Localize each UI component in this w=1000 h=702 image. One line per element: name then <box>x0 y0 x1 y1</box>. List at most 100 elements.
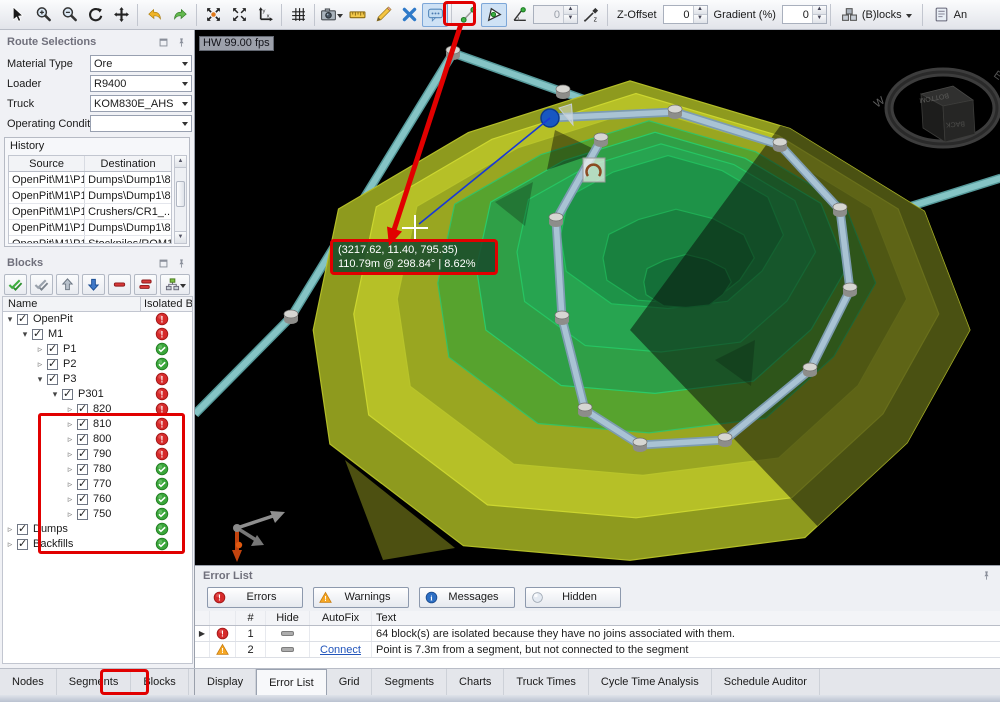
spin-up-icon[interactable]: ▲ <box>694 6 707 14</box>
tree-item-820[interactable]: ▹820! <box>3 402 192 417</box>
checkbox-checked[interactable] <box>77 464 88 475</box>
truck-combo[interactable]: KOM830E_AHS <box>90 95 192 112</box>
tree-item-p301[interactable]: ▾P301! <box>3 387 192 402</box>
spin-up-icon[interactable]: ▲ <box>813 6 826 14</box>
autofix-link[interactable]: Connect <box>320 644 361 656</box>
checkbox-checked[interactable] <box>77 434 88 445</box>
checkbox-checked[interactable] <box>77 449 88 460</box>
messages-filter-button[interactable]: iMessages <box>419 587 515 608</box>
dropdown-caret-icon[interactable] <box>180 284 186 291</box>
collapse-icon[interactable]: ▾ <box>35 373 45 386</box>
checkbox-checked[interactable] <box>77 494 88 505</box>
checkbox-checked[interactable] <box>47 359 58 370</box>
spin-down-icon[interactable]: ▼ <box>694 14 707 23</box>
hide-toggle[interactable] <box>266 626 310 641</box>
error-row[interactable]: ▶!164 block(s) are isolated because they… <box>195 626 1000 642</box>
column-name[interactable]: Name <box>3 298 140 310</box>
expand-icon[interactable]: ▹ <box>65 403 75 416</box>
expand-icon[interactable]: ▹ <box>65 433 75 446</box>
tree-item-m1[interactable]: ▾M1! <box>3 327 192 342</box>
angle-node-button[interactable] <box>507 3 533 27</box>
annotate-button[interactable]: An <box>926 3 974 27</box>
spinner-buttons[interactable]: ▲▼ <box>812 6 826 23</box>
tab-display[interactable]: Display <box>195 669 256 695</box>
approve-none-button[interactable] <box>30 274 53 295</box>
edit-pencil-button[interactable] <box>370 3 396 27</box>
tab-cycle-time-analysis[interactable]: Cycle Time Analysis <box>589 669 712 695</box>
undo-button[interactable] <box>141 3 167 27</box>
hide-pill-icon[interactable] <box>281 647 294 652</box>
checkbox-checked[interactable] <box>32 329 43 340</box>
move-down-button[interactable] <box>82 274 105 295</box>
combo-dropdown-icon[interactable] <box>178 116 191 131</box>
zoom-in-button[interactable] <box>30 3 56 27</box>
orientation-gizmo[interactable]: WEBOTTOMBACK <box>872 69 1000 144</box>
tree-item-openpit[interactable]: ▾OpenPit! <box>3 312 192 327</box>
operating-conditions-combo[interactable] <box>90 115 192 132</box>
tree-item-790[interactable]: ▹790! <box>3 447 192 462</box>
grid-button[interactable] <box>285 3 311 27</box>
combo-dropdown-icon[interactable] <box>178 96 191 111</box>
scroll-thumb[interactable] <box>176 181 185 207</box>
collapse-icon[interactable]: ▾ <box>50 388 60 401</box>
expand-icon[interactable]: ▹ <box>65 418 75 431</box>
remove-button[interactable] <box>108 274 131 295</box>
history-scrollbar[interactable]: ▲ ▼ <box>174 155 187 244</box>
triangle-node-button[interactable] <box>481 3 507 27</box>
tab-schedule-auditor[interactable]: Schedule Auditor <box>712 669 820 695</box>
autofix-cell[interactable]: Connect <box>310 642 372 657</box>
snapshot-button[interactable] <box>318 3 344 27</box>
tree-item-760[interactable]: ▹760 <box>3 492 192 507</box>
tree-item-dumps[interactable]: ▹Dumps <box>3 522 192 537</box>
rotate-view-button[interactable] <box>82 3 108 27</box>
tree-item-800[interactable]: ▹800! <box>3 432 192 447</box>
tree-item-p2[interactable]: ▹P2 <box>3 357 192 372</box>
tree-item-810[interactable]: ▹810! <box>3 417 192 432</box>
history-row[interactable]: OpenPit\M1\P1\...Dumps\Dump1\8... <box>9 172 171 188</box>
zoom-extents-button[interactable] <box>226 3 252 27</box>
errors-filter-button[interactable]: !Errors <box>207 587 303 608</box>
hide-toggle[interactable] <box>266 642 310 657</box>
checkbox-checked[interactable] <box>77 419 88 430</box>
expand-icon[interactable]: ▹ <box>5 523 15 536</box>
column-isolated[interactable]: Isolated B... <box>140 297 192 311</box>
loader-combo[interactable]: R9400 <box>90 75 192 92</box>
history-col-source[interactable]: Source <box>9 156 85 171</box>
collapse-icon[interactable]: ▾ <box>5 313 15 326</box>
pick-z-button[interactable]: z <box>578 3 604 27</box>
dropdown-caret-icon[interactable] <box>337 14 343 21</box>
column-hide[interactable]: Hide <box>266 611 310 625</box>
combo-dropdown-icon[interactable] <box>178 56 191 71</box>
remove-all-button[interactable] <box>134 274 157 295</box>
checkbox-checked[interactable] <box>17 314 28 325</box>
hide-pill-icon[interactable] <box>281 631 294 636</box>
axes-button[interactable]: yx <box>252 3 278 27</box>
tree-item-p3[interactable]: ▾P3! <box>3 372 192 387</box>
history-row[interactable]: OpenPit\M1\P1\...Dumps\Dump1\8... <box>9 188 171 204</box>
tab-grid[interactable]: Grid <box>327 669 373 695</box>
tree-item-770[interactable]: ▹770 <box>3 477 192 492</box>
move-up-button[interactable] <box>56 274 79 295</box>
tab-blocks[interactable]: Blocks <box>131 669 188 695</box>
combo-dropdown-icon[interactable] <box>178 76 191 91</box>
history-row[interactable]: OpenPit\M1\P1\...Crushers/CR1_... <box>9 204 171 220</box>
checkbox-checked[interactable] <box>47 374 58 385</box>
tab-truck-times[interactable]: Truck Times <box>504 669 589 695</box>
z-offset-spinner[interactable]: 0▲▼ <box>663 5 708 24</box>
join-nodes-button[interactable] <box>455 3 481 27</box>
tab-segments[interactable]: Segments <box>57 669 132 695</box>
history-row[interactable]: OpenPit\M1\P1\...Dumps\Dump1\8... <box>9 220 171 236</box>
tree-item-backfills[interactable]: ▹Backfills <box>3 537 192 552</box>
spinner-buttons[interactable]: ▲▼ <box>693 6 707 23</box>
warnings-filter-button[interactable]: !Warnings <box>313 587 409 608</box>
history-col-destination[interactable]: Destination <box>85 156 171 171</box>
expand-icon[interactable]: ▹ <box>65 493 75 506</box>
history-row[interactable]: OpenPit\M1\P1\...Stockpiles/ROM1... <box>9 236 171 244</box>
pin-icon[interactable] <box>176 37 187 48</box>
maximize-icon[interactable] <box>158 37 169 48</box>
tab-charts[interactable]: Charts <box>447 669 504 695</box>
hidden-filter-button[interactable]: Hidden <box>525 587 621 608</box>
column-text[interactable]: Text <box>372 611 1000 625</box>
measure-button[interactable] <box>344 3 370 27</box>
select-cursor-button[interactable] <box>4 3 30 27</box>
